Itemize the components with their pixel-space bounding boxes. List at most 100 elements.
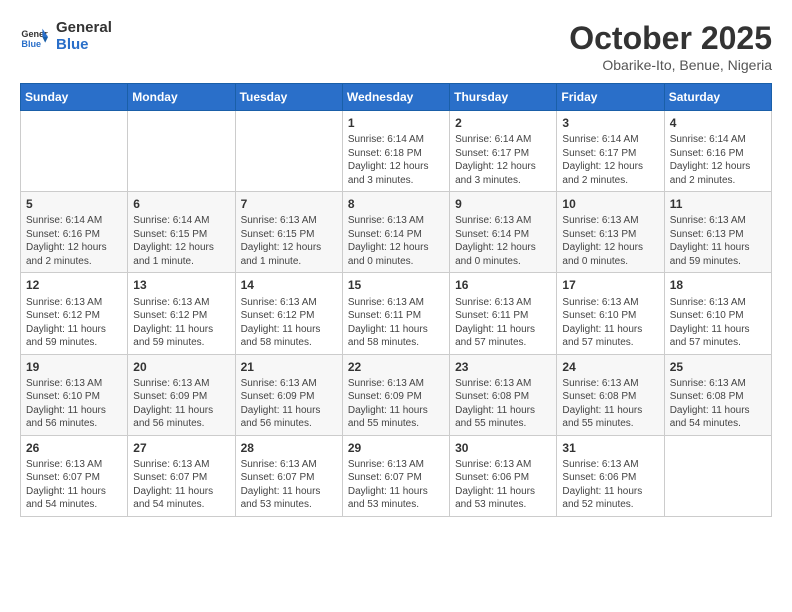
day-number: 28 — [241, 440, 337, 456]
day-info-line: Sunrise: 6:13 AM — [455, 214, 551, 228]
day-info-line: Sunrise: 6:13 AM — [562, 458, 658, 472]
day-info-line: Sunrise: 6:13 AM — [348, 377, 444, 391]
day-info-line: Sunset: 6:09 PM — [348, 390, 444, 404]
day-info-line: Sunrise: 6:14 AM — [133, 214, 229, 228]
day-number: 21 — [241, 359, 337, 375]
day-info-line: Daylight: 11 hours — [455, 485, 551, 499]
day-info-line: and 57 minutes. — [455, 336, 551, 350]
calendar-day-cell: 11Sunrise: 6:13 AMSunset: 6:13 PMDayligh… — [664, 192, 771, 273]
weekday-header-saturday: Saturday — [664, 84, 771, 111]
day-number: 23 — [455, 359, 551, 375]
day-info-line: and 2 minutes. — [670, 174, 766, 188]
day-info-line: Sunset: 6:15 PM — [241, 228, 337, 242]
calendar-day-cell: 19Sunrise: 6:13 AMSunset: 6:10 PMDayligh… — [21, 354, 128, 435]
day-info-line: Sunset: 6:16 PM — [670, 147, 766, 161]
day-info-line: Daylight: 11 hours — [348, 485, 444, 499]
logo-general-text: General — [56, 20, 112, 37]
day-info-line: Sunrise: 6:13 AM — [26, 377, 122, 391]
weekday-header-friday: Friday — [557, 84, 664, 111]
day-info-line: Sunrise: 6:13 AM — [133, 296, 229, 310]
day-info-line: Sunset: 6:11 PM — [348, 309, 444, 323]
weekday-header-wednesday: Wednesday — [342, 84, 449, 111]
calendar-day-cell: 16Sunrise: 6:13 AMSunset: 6:11 PMDayligh… — [450, 273, 557, 354]
day-number: 29 — [348, 440, 444, 456]
day-info-line: and 58 minutes. — [348, 336, 444, 350]
calendar-body: 1 Sunrise: 6:14 AM Sunset: 6:18 PM Daylight… — [21, 111, 772, 517]
calendar-day-cell: 17Sunrise: 6:13 AMSunset: 6:10 PMDayligh… — [557, 273, 664, 354]
day-info-line: Daylight: 11 hours — [133, 404, 229, 418]
svg-text:Blue: Blue — [21, 38, 41, 48]
day-info-line: Sunset: 6:13 PM — [562, 228, 658, 242]
day-info-line: Daylight: 11 hours — [455, 323, 551, 337]
calendar-day-cell: 22Sunrise: 6:13 AMSunset: 6:09 PMDayligh… — [342, 354, 449, 435]
day-number: 3 — [562, 115, 658, 131]
calendar-day-cell: 29Sunrise: 6:13 AMSunset: 6:07 PMDayligh… — [342, 435, 449, 516]
day-info-line: Sunrise: 6:13 AM — [348, 458, 444, 472]
calendar-week-row: 5Sunrise: 6:14 AMSunset: 6:16 PMDaylight… — [21, 192, 772, 273]
day-info-line: Sunset: 6:06 PM — [562, 471, 658, 485]
calendar-day-cell: 3Sunrise: 6:14 AMSunset: 6:17 PMDaylight… — [557, 111, 664, 192]
day-info-line: and 2 minutes. — [26, 255, 122, 269]
day-info-line: Sunrise: 6:13 AM — [26, 458, 122, 472]
day-info-line: Sunrise: 6:13 AM — [455, 377, 551, 391]
day-info-line: Sunset: 6:12 PM — [133, 309, 229, 323]
day-info-line: Sunset: 6:18 PM — [348, 147, 444, 161]
day-info-line: Daylight: 11 hours — [348, 404, 444, 418]
day-info-line: and 1 minute. — [133, 255, 229, 269]
day-number: 4 — [670, 115, 766, 131]
day-info-line: Sunset: 6:08 PM — [562, 390, 658, 404]
calendar-day-cell: 18Sunrise: 6:13 AMSunset: 6:10 PMDayligh… — [664, 273, 771, 354]
day-number: 2 — [455, 115, 551, 131]
day-number: 5 — [26, 196, 122, 212]
day-info-line: Sunrise: 6:13 AM — [670, 296, 766, 310]
day-number: 27 — [133, 440, 229, 456]
day-info-line: and 1 minute. — [241, 255, 337, 269]
day-info-line: and 57 minutes. — [562, 336, 658, 350]
day-info-line: Sunset: 6:09 PM — [241, 390, 337, 404]
day-info-line: and 55 minutes. — [562, 417, 658, 431]
page-header: General Blue General Blue October 2025 O… — [20, 20, 772, 73]
day-info-line: and 53 minutes. — [348, 498, 444, 512]
calendar-day-cell: 30Sunrise: 6:13 AMSunset: 6:06 PMDayligh… — [450, 435, 557, 516]
day-info-line: Sunset: 6:11 PM — [455, 309, 551, 323]
day-number: 20 — [133, 359, 229, 375]
calendar-day-cell: 2Sunrise: 6:14 AMSunset: 6:17 PMDaylight… — [450, 111, 557, 192]
day-info-line: Daylight: 11 hours — [562, 404, 658, 418]
day-number: 9 — [455, 196, 551, 212]
day-info-line: and 59 minutes. — [133, 336, 229, 350]
day-info-line: Sunset: 6:09 PM — [133, 390, 229, 404]
day-info-line: Sunset: 6:13 PM — [670, 228, 766, 242]
day-info-line: and 54 minutes. — [670, 417, 766, 431]
day-number: 11 — [670, 196, 766, 212]
day-info-line: Daylight: 11 hours — [562, 485, 658, 499]
day-number: 18 — [670, 277, 766, 293]
day-info-line: Daylight: 12 hours — [455, 241, 551, 255]
day-info-line: Sunset: 6:12 PM — [26, 309, 122, 323]
calendar-day-cell: 12Sunrise: 6:13 AMSunset: 6:12 PMDayligh… — [21, 273, 128, 354]
logo-blue-text: Blue — [56, 37, 112, 54]
day-info-line: Daylight: 11 hours — [348, 323, 444, 337]
day-info-line: Daylight: 12 hours — [26, 241, 122, 255]
day-info-line: Daylight: 11 hours — [26, 404, 122, 418]
logo-icon: General Blue — [20, 23, 48, 51]
day-number: 19 — [26, 359, 122, 375]
calendar-day-cell: 24Sunrise: 6:13 AMSunset: 6:08 PMDayligh… — [557, 354, 664, 435]
day-info-line: and 0 minutes. — [455, 255, 551, 269]
day-info-line: Sunrise: 6:13 AM — [133, 458, 229, 472]
day-number: 1 — [348, 115, 444, 131]
day-info-line: and 56 minutes. — [133, 417, 229, 431]
day-info-line: Sunrise: 6:14 AM — [562, 133, 658, 147]
day-info-line: Sunrise: 6:13 AM — [241, 214, 337, 228]
day-info-line: Daylight: 12 hours — [241, 241, 337, 255]
day-info-line: Sunset: 6:16 PM — [26, 228, 122, 242]
day-info-line: Sunset: 6:17 PM — [562, 147, 658, 161]
day-info-line: and 57 minutes. — [670, 336, 766, 350]
weekday-header-sunday: Sunday — [21, 84, 128, 111]
calendar-day-cell: 7Sunrise: 6:13 AMSunset: 6:15 PMDaylight… — [235, 192, 342, 273]
day-info-line: Sunset: 6:06 PM — [455, 471, 551, 485]
calendar-day-cell — [21, 111, 128, 192]
day-info-line: Sunrise: 6:13 AM — [670, 214, 766, 228]
day-info-line: Sunrise: 6:13 AM — [348, 214, 444, 228]
day-info-line: Sunrise: 6:14 AM — [26, 214, 122, 228]
calendar-table: SundayMondayTuesdayWednesdayThursdayFrid… — [20, 83, 772, 517]
